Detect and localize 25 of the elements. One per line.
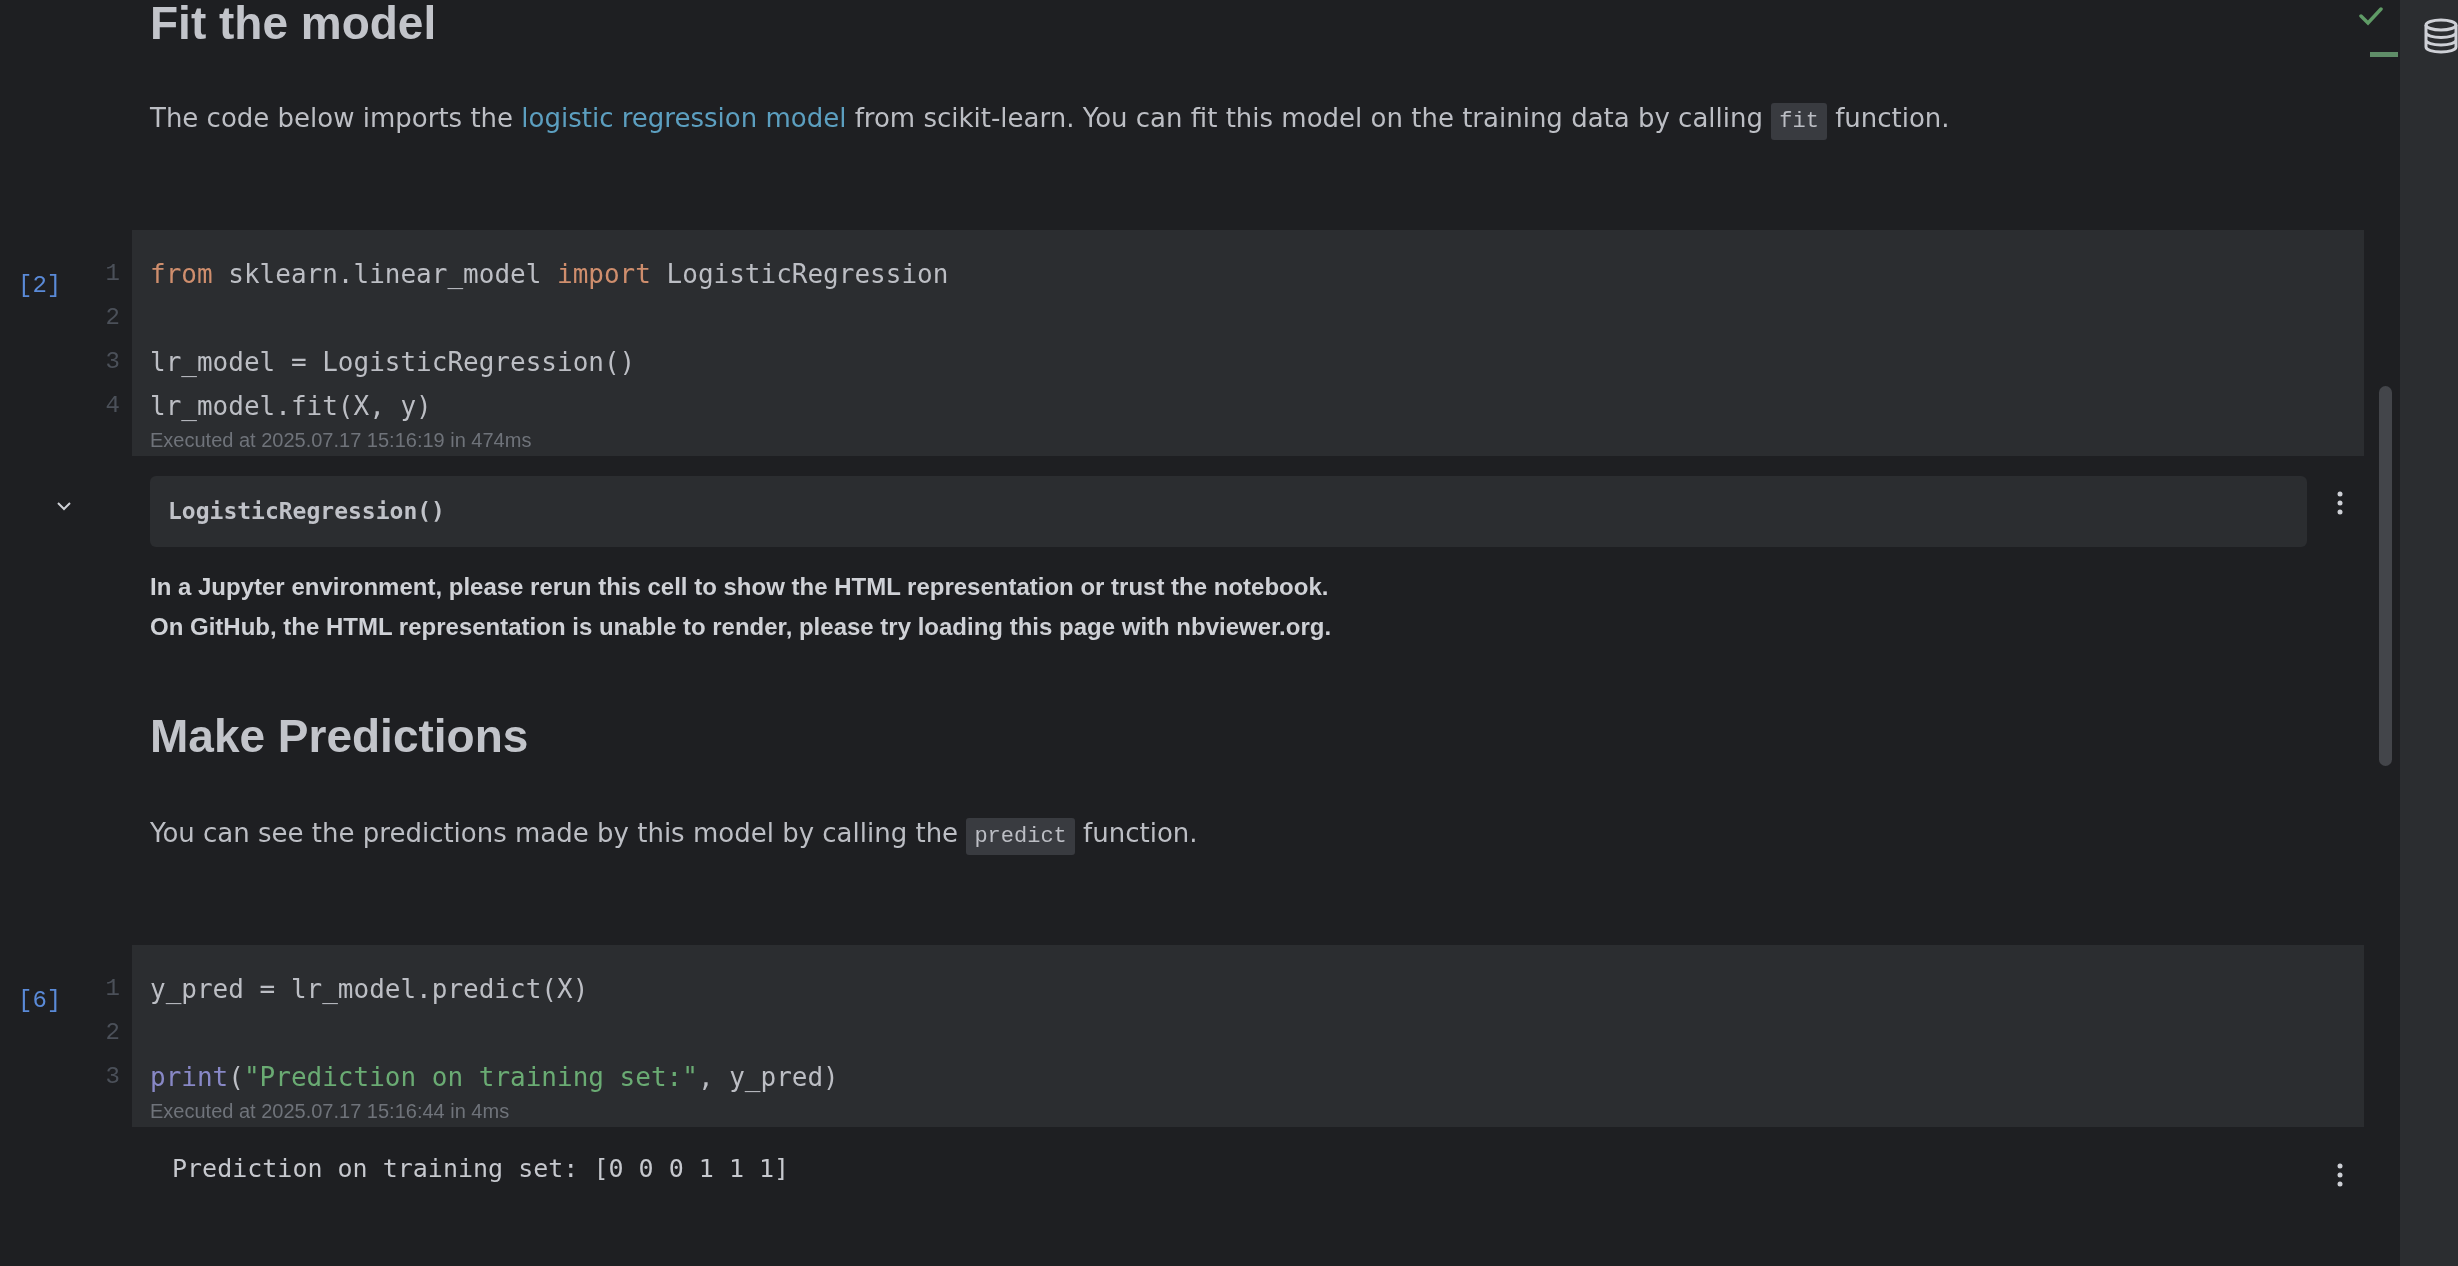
- checkmark-icon: [2359, 6, 2383, 26]
- execution-status: Executed at 2025.07.17 15:16:19 in 474ms: [149, 428, 532, 452]
- scrollbar-thumb[interactable]: [2379, 386, 2392, 766]
- code-line: lr_model = LogisticRegression(): [149, 346, 637, 379]
- code-line: y_pred = lr_model.predict(X): [149, 973, 590, 1006]
- inline-code: predict: [966, 818, 1075, 855]
- code-line: lr_model.fit(X, y): [149, 390, 433, 423]
- paragraph-text: You can see the predictions made by this model by calling the predict function.: [150, 813, 2366, 857]
- execution-status: Executed at 2025.07.17 15:16:44 in 4ms: [149, 1099, 510, 1123]
- scroll-marker: [2370, 52, 2398, 57]
- warning-text: On GitHub, the HTML representation is unable to render, please try loading this page with nbviewer.org.: [150, 612, 1332, 642]
- execution-count: [2]: [18, 271, 62, 301]
- paragraph-text: The code below imports the logistic regression model from scikit-learn. You can fit this model on the training data by calling fit function.: [150, 98, 2366, 142]
- execution-count: [6]: [18, 986, 62, 1016]
- output-text: Prediction on training set: [0 0 0 1 1 1]: [172, 1154, 790, 1183]
- section-heading: Fit the model: [150, 0, 437, 51]
- section-heading: Make Predictions: [150, 709, 529, 764]
- link[interactable]: logistic regression model: [521, 103, 847, 133]
- database-icon[interactable]: [2423, 18, 2458, 54]
- chevron-down-icon[interactable]: [56, 500, 72, 512]
- output-text: LogisticRegression(): [168, 497, 445, 527]
- code-line: from sklearn.linear_model import LogisticRegression: [149, 258, 950, 291]
- code-line: print("Prediction on training set:", y_pred): [149, 1061, 840, 1094]
- warning-text: In a Jupyter environment, please rerun this cell to show the HTML representation or trust the notebook.: [150, 572, 1329, 602]
- inline-code: fit: [1771, 103, 1827, 140]
